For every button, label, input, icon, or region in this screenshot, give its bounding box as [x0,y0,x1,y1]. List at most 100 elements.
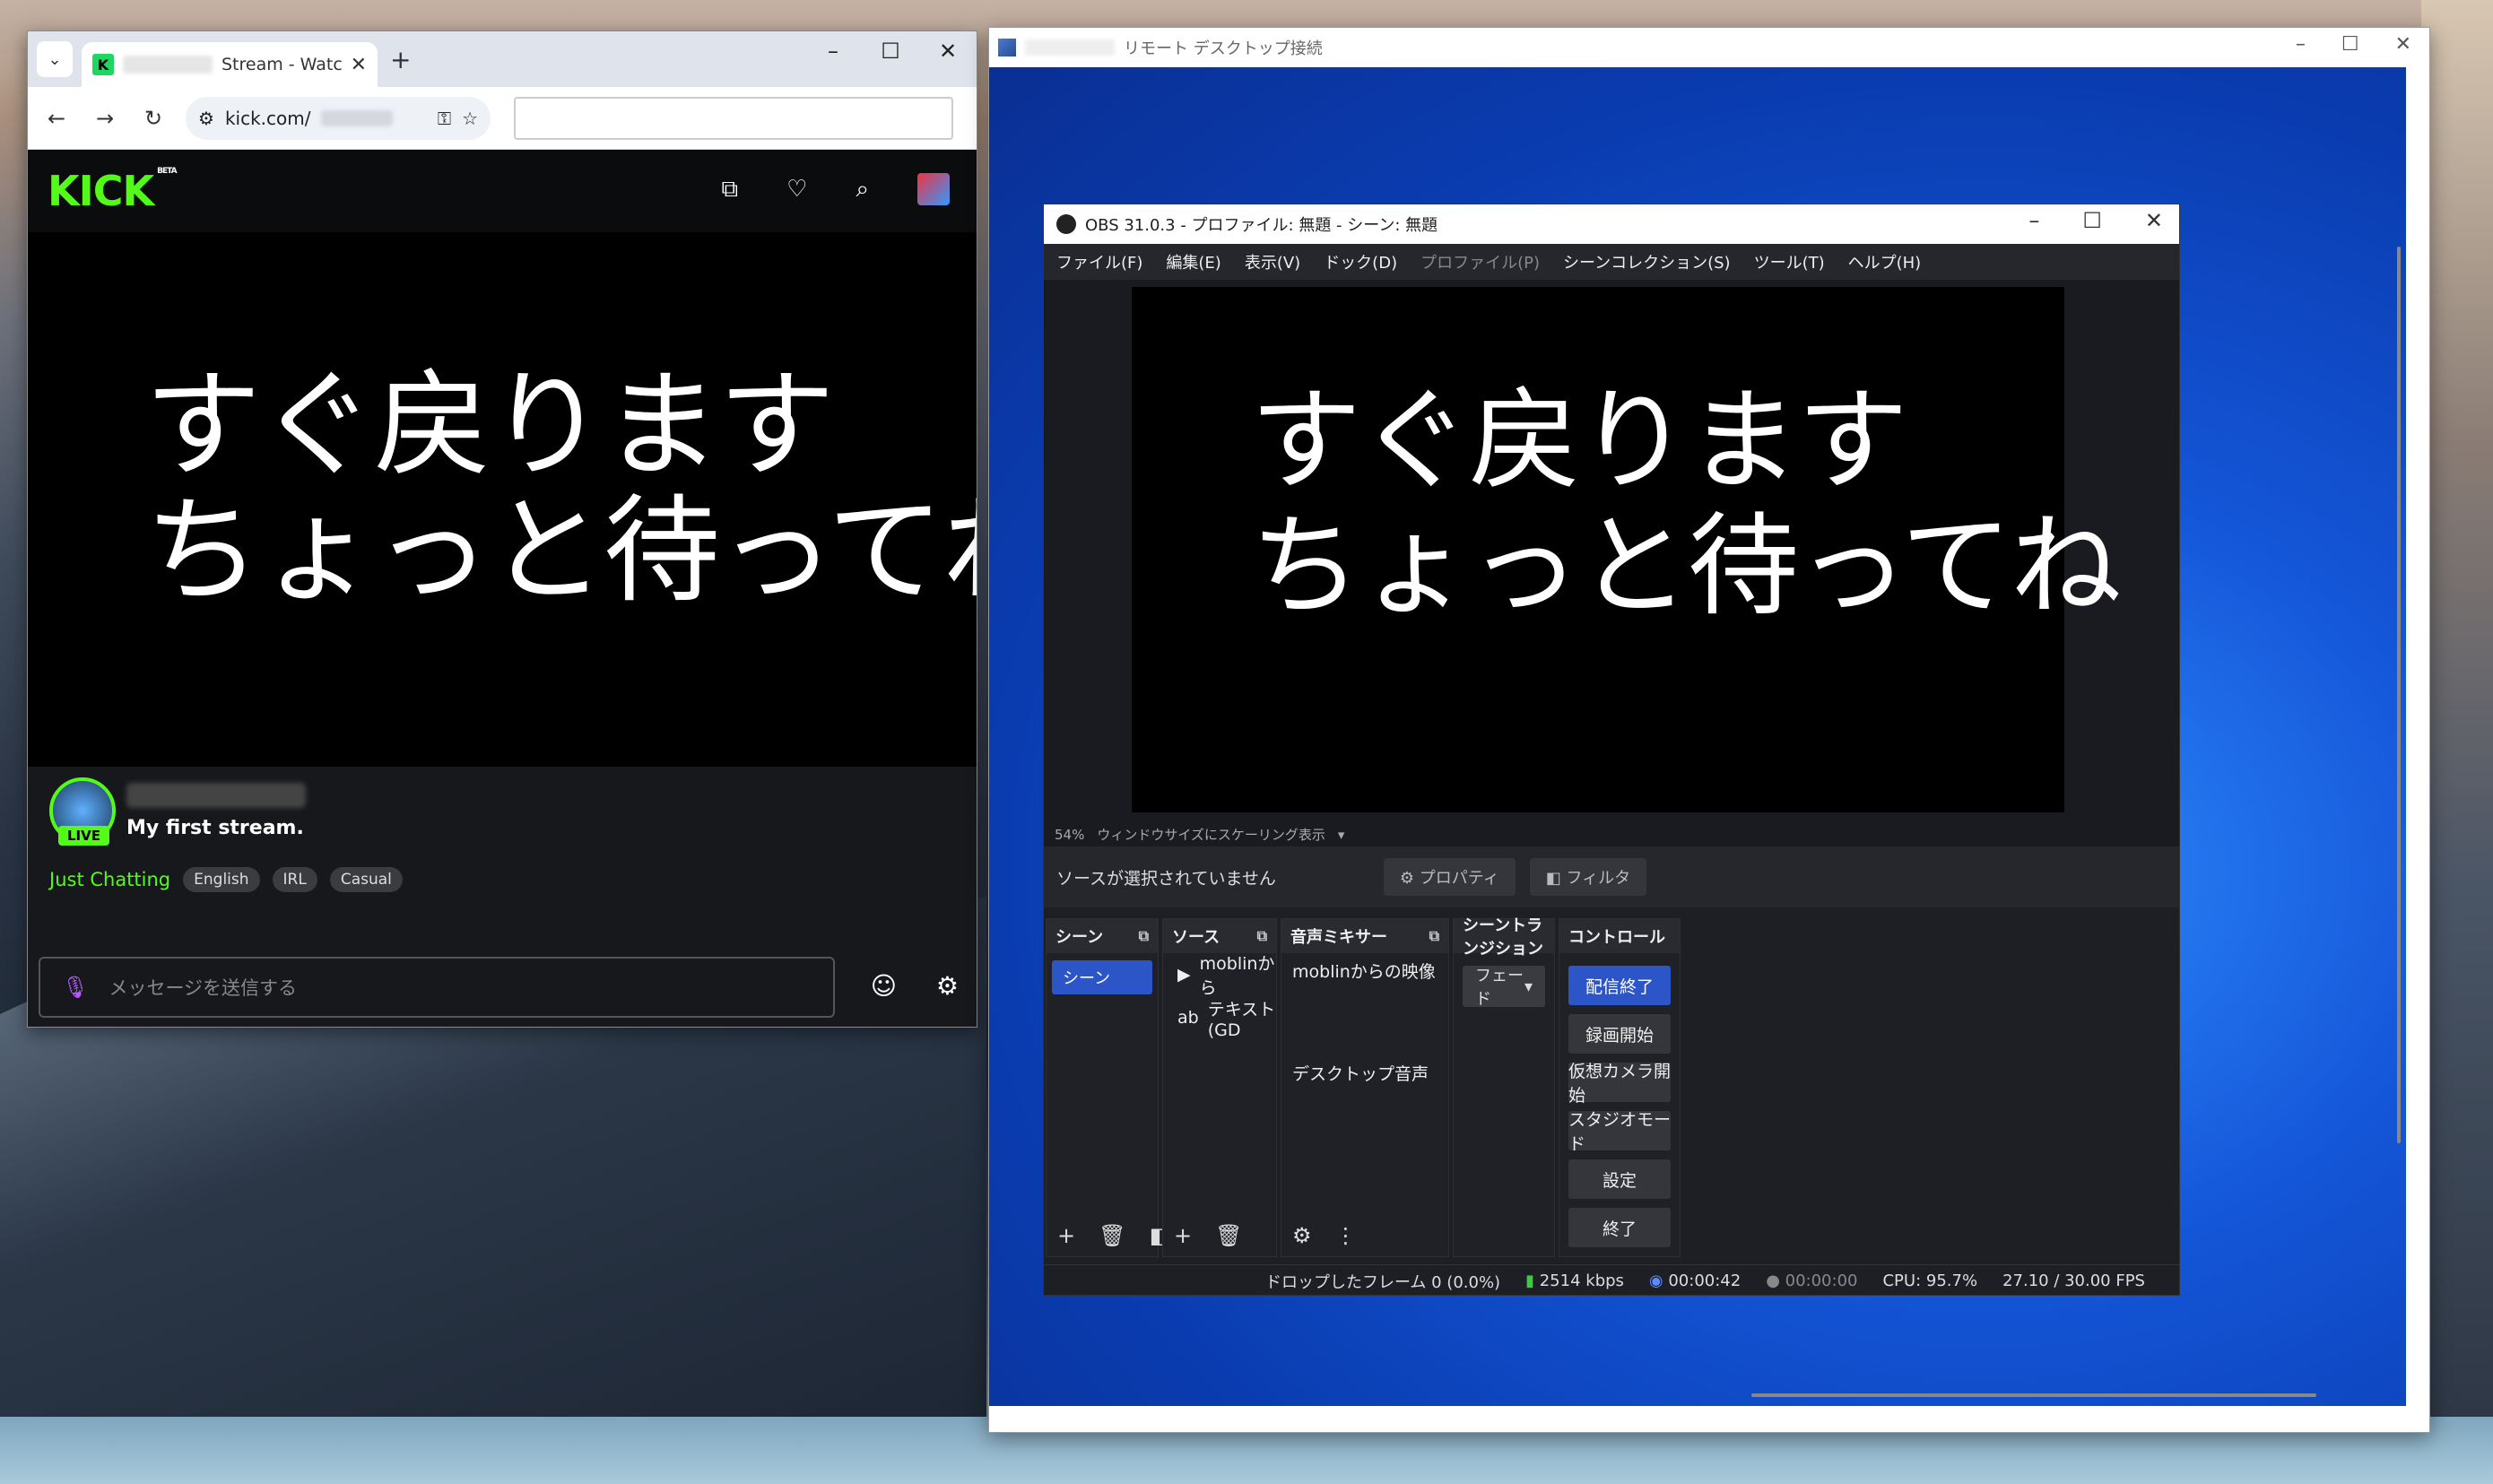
filter-button[interactable]: ◧ フィルタ [1529,858,1647,896]
menu-view[interactable]: 表示(V) [1245,250,1300,273]
add-icon[interactable]: + [1174,1223,1192,1248]
back-arrow-icon[interactable]: ← [40,106,73,131]
tag-chip[interactable]: English [183,867,260,892]
tag-chip[interactable]: IRL [272,867,317,892]
minimize-button[interactable]: – [2028,208,2039,233]
minimize-button[interactable]: – [813,39,853,64]
media-source-icon: ▶ [1177,965,1191,985]
maximize-button[interactable]: ☐ [2341,33,2359,56]
site-info-icon[interactable]: ⚙ [198,108,214,129]
no-source-label: ソースが選択されていません [1056,868,1276,889]
transitions-dock: シーントランジション フェード ▾ [1453,916,1555,1257]
program-preview[interactable]: すぐ戻ります ちょっと待ってね [1132,287,2122,812]
obs-window: OBS 31.0.3 - プロファイル: 無題 - シーン: 無題 – ☐ ✕ … [1043,204,2180,1296]
transitions-dock-title: シーントランジション [1463,916,1543,959]
stream-time: ◉ 00:00:42 [1648,1271,1742,1290]
kick-logo[interactable]: KICK BETA [48,167,178,215]
url-input[interactable]: ⚙ kick.com/ ⚿ ☆ [186,96,491,140]
rdp-window-controls: – ☐ ✕ [2296,33,2411,56]
rdp-title: リモート デスクトップ接続 [1124,39,1323,58]
tab-close-icon[interactable]: ✕ [351,54,367,76]
chat-placeholder: メッセージを送信する [109,977,298,999]
menu-tools[interactable]: ツール(T) [1754,250,1825,273]
search-icon[interactable]: ⌕ [856,176,869,204]
obs-title-bar: OBS 31.0.3 - プロファイル: 無題 - シーン: 無題 – ☐ ✕ [1044,204,2179,244]
source-item[interactable]: ab テキスト (GD [1163,996,1276,1040]
toolbar-search-box[interactable] [514,96,953,140]
undock-icon[interactable]: ⧉ [1139,927,1149,945]
stop-stream-button[interactable]: 配信終了 [1568,966,1671,1005]
channel-name: moblinからの映像 [1292,962,1436,982]
maximize-button[interactable]: ☐ [2082,208,2102,233]
dropped-frames: ドロップしたフレーム 0 (0.0%) [1264,1272,1501,1292]
tab-search-icon[interactable]: ⌄ [37,41,73,77]
rdp-host-redacted [1025,39,1115,56]
microphone-icon[interactable]: 🎙 [62,975,89,1000]
minimize-button[interactable]: – [2296,33,2306,56]
obs-menu-bar: ファイル(F) 編集(E) 表示(V) ドック(D) プロファイル(P) シーン… [1044,244,2179,280]
emoji-icon[interactable]: ☺ [871,971,897,1001]
scenes-dock-toolbar: + 🗑 ◧ ^ [1047,1215,1211,1256]
mixer-channel: moblinからの映像 [1281,953,1448,1055]
chevron-down-icon[interactable]: ▾ [1338,827,1345,843]
record-icon: ● [1766,1271,1785,1290]
start-recording-button[interactable]: 録画開始 [1568,1014,1671,1054]
transition-select[interactable]: フェード ▾ [1463,966,1545,1009]
studio-mode-button[interactable]: スタジオモード [1568,1110,1671,1154]
reload-icon[interactable]: ↻ [137,106,169,131]
maximize-button[interactable]: ☐ [871,39,910,64]
menu-edit[interactable]: 編集(E) [1166,250,1220,273]
menu-docks[interactable]: ドック(D) [1324,250,1397,273]
virtual-camera-button[interactable]: 仮想カメラ開始 [1568,1062,1671,1106]
undock-icon[interactable]: ⧉ [1429,927,1439,945]
trash-icon[interactable]: 🗑 [1215,1223,1242,1248]
menu-scene-collection[interactable]: シーンコレクション(S) [1563,250,1731,273]
scene-list-item[interactable]: シーン [1052,960,1152,994]
trash-icon[interactable]: 🗑 [1099,1223,1125,1248]
signal-bars-icon: ▮ [1525,1271,1540,1290]
source-toolbar: ソースが選択されていません ⚙ プロパティ ◧ フィルタ [1044,846,2179,907]
menu-profile[interactable]: プロファイル(P) [1420,250,1540,273]
password-key-icon[interactable]: ⚿ [438,108,451,129]
browser-window: ⌄ K Stream - Watch ✕ + – ☐ ✕ ← → ↻ ⚙ kic… [27,30,977,1028]
category-link[interactable]: Just Chatting [49,869,170,890]
new-tab-button[interactable]: + [390,45,411,74]
mixer-menu-icon[interactable]: ⋮ [1335,1223,1357,1248]
user-avatar[interactable] [917,173,950,205]
menu-file[interactable]: ファイル(F) [1056,250,1142,273]
chat-input[interactable]: 🎙 メッセージを送信する [39,957,835,1018]
following-heart-icon[interactable]: ♡ [786,176,807,203]
cpu-usage: CPU: 95.7% [1882,1271,1978,1290]
browse-icon[interactable]: ⧉ [722,176,739,204]
close-button[interactable]: ✕ [2145,208,2163,233]
advanced-audio-gear-icon[interactable]: ⚙ [1292,1223,1312,1248]
chevron-down-icon: ▾ [1524,976,1533,996]
scale-percent: 54% [1055,826,1085,843]
vertical-scrollbar[interactable] [2397,247,2401,1143]
undock-icon[interactable]: ⧉ [1257,927,1267,945]
close-button[interactable]: ✕ [928,39,968,64]
close-button[interactable]: ✕ [2395,33,2411,56]
controls-dock: コントロール 配信終了 録画開始 仮想カメラ開始 スタジオモード 設定 終了 [1559,918,1681,1257]
horizontal-scrollbar[interactable] [1751,1393,2316,1397]
settings-button[interactable]: 設定 [1568,1159,1671,1199]
exit-button[interactable]: 終了 [1568,1208,1671,1247]
forward-arrow-icon[interactable]: → [89,106,121,131]
scale-mode[interactable]: ウィンドウサイズにスケーリング表示 [1097,825,1325,844]
video-player[interactable]: すぐ戻ります ちょっと待ってね [28,232,977,767]
browser-tab[interactable]: K Stream - Watch ✕ [82,42,378,87]
kick-header: KICK BETA ⧉ ♡ ⌕ [28,150,977,232]
add-icon[interactable]: + [1057,1223,1075,1248]
menu-help[interactable]: ヘルプ(H) [1848,250,1922,273]
properties-button[interactable]: ⚙ プロパティ [1383,858,1516,896]
remote-desktop-area: OBS 31.0.3 - プロファイル: 無題 - シーン: 無題 – ☐ ✕ … [989,67,2406,1406]
preview-area: すぐ戻ります ちょっと待ってね 54% ウィンドウサイズにスケーリング表示 ▾ [1044,280,2179,893]
gear-icon[interactable]: ⚙ [936,971,959,1001]
controls-dock-title: コントロール [1568,928,1665,947]
video-text-line2: ちょっと待ってね [144,482,977,619]
tag-chip[interactable]: Casual [329,867,403,892]
source-item[interactable]: ▶ moblinから [1163,953,1276,998]
bookmark-star-icon[interactable]: ☆ [462,108,478,129]
sources-dock-toolbar: + 🗑 [1163,1215,1276,1256]
record-time: ● 00:00:00 [1766,1271,1858,1290]
